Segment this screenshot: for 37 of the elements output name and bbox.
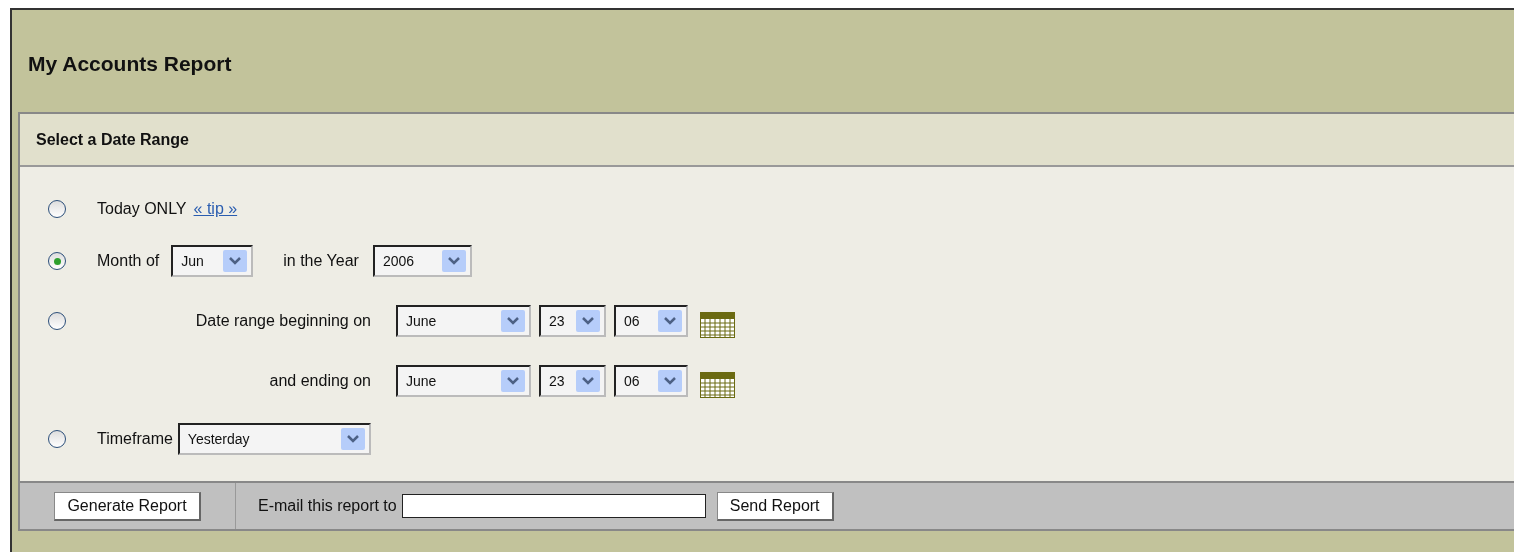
caret-icon[interactable] — [576, 370, 600, 392]
end-date-label: and ending on — [268, 372, 371, 390]
caret-icon[interactable] — [340, 428, 365, 450]
option-label: Month of — [97, 252, 160, 270]
radio-button[interactable] — [48, 312, 66, 330]
caret-icon[interactable] — [441, 250, 466, 272]
year-dropdown[interactable]: 06 — [614, 305, 688, 337]
email-field[interactable] — [401, 494, 706, 518]
caret-icon[interactable] — [223, 250, 248, 272]
generate-report-button[interactable]: Generate Report — [54, 491, 201, 521]
caret-icon[interactable] — [658, 310, 682, 332]
radio-button[interactable] — [48, 252, 66, 270]
calendar-icon[interactable] — [700, 372, 735, 398]
email-label: E-mail this report to — [258, 497, 397, 515]
page-title: My Accounts Report — [27, 52, 233, 77]
caret-icon[interactable] — [658, 370, 682, 392]
radio-button[interactable] — [48, 430, 66, 448]
option-label: Timeframe — [97, 430, 173, 448]
calendar-icon[interactable] — [700, 312, 735, 338]
send-report-button[interactable]: Send Report — [716, 491, 834, 521]
caret-icon[interactable] — [501, 310, 525, 332]
caret-icon[interactable] — [576, 310, 600, 332]
option-label: Today ONLY — [97, 200, 187, 218]
section-title: Select a Date Range — [36, 130, 189, 149]
year-dropdown[interactable]: 06 — [614, 365, 688, 397]
month-dropdown[interactable]: Jun — [171, 245, 254, 277]
year-dropdown[interactable]: 2006 — [372, 245, 472, 277]
option-label: Date range beginning on — [194, 312, 371, 330]
month-dropdown[interactable]: June — [396, 305, 531, 337]
tip-link[interactable]: « tip » — [193, 200, 238, 218]
day-dropdown[interactable]: 23 — [539, 365, 606, 397]
year-label: in the Year — [283, 252, 359, 270]
radio-button[interactable] — [48, 200, 66, 218]
timeframe-dropdown[interactable]: Yesterday — [177, 423, 371, 455]
day-dropdown[interactable]: 23 — [539, 305, 606, 337]
month-dropdown[interactable]: June — [396, 365, 531, 397]
caret-icon[interactable] — [501, 370, 525, 392]
